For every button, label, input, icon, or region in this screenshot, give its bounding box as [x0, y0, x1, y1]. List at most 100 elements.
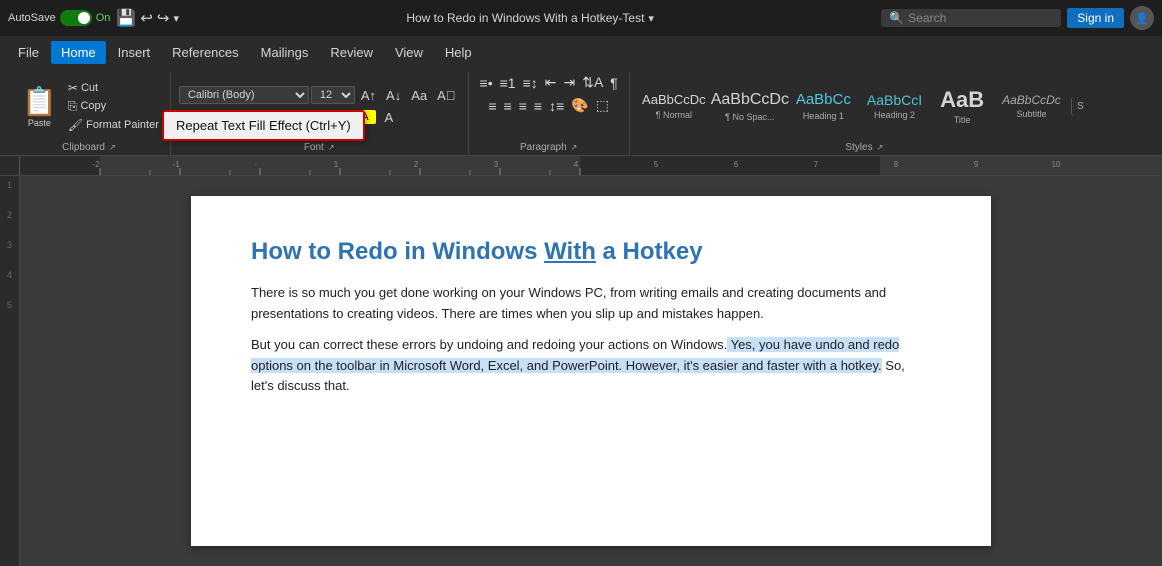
clipboard-small-buttons: ✂ Cut ⎘ Copy 🖌 Format Painter [65, 80, 162, 133]
copy-icon: ⎘ [68, 99, 78, 114]
style-title[interactable]: AaB Title [932, 83, 992, 129]
sign-in-button[interactable]: Sign in [1067, 8, 1124, 28]
increase-indent-btn[interactable]: ⇥ [560, 72, 578, 93]
tooltip-popup: Repeat Text Fill Effect (Ctrl+Y) [162, 110, 365, 141]
svg-text:3: 3 [494, 160, 499, 169]
autosave-toggle[interactable] [60, 10, 92, 26]
change-case-btn[interactable]: Aa [407, 86, 431, 105]
style-heading2-preview: AaBbCcI [867, 92, 922, 109]
svg-text:10: 10 [1052, 160, 1061, 169]
customize-icon[interactable]: ▾ [173, 12, 179, 25]
style-no-space-label: ¶ No Spac... [725, 112, 774, 122]
menu-review[interactable]: Review [320, 41, 383, 64]
save-icon[interactable]: 💾 [116, 8, 136, 28]
clipboard-expand-icon[interactable]: ↗ [109, 143, 116, 152]
style-subtitle[interactable]: AaBbCcDc Subtitle [996, 89, 1067, 123]
search-box[interactable]: 🔍 Search [881, 9, 1061, 27]
clipboard-controls: 📋 Paste ✂ Cut ⎘ Copy 🖌 Format Painter [16, 72, 162, 140]
style-subtitle-preview: AaBbCcDc [1002, 93, 1061, 107]
ribbon: Repeat Text Fill Effect (Ctrl+Y) 📋 Paste… [0, 68, 1162, 156]
line-spacing-btn[interactable]: ↕≡ [546, 96, 567, 116]
style-subtitle-label: Subtitle [1016, 109, 1046, 119]
menu-insert[interactable]: Insert [108, 41, 161, 64]
ruler: -2 -1 · 1 2 3 4 5 6 7 8 9 10 [0, 156, 1162, 176]
cut-label: Cut [81, 82, 98, 94]
copy-button[interactable]: ⎘ Copy [65, 98, 162, 115]
style-heading1-preview: AaBbCc [796, 91, 851, 109]
style-title-label: Title [954, 115, 971, 125]
doc-title-text: How to Redo in Windows With a Hotkey-Tes… [406, 11, 644, 25]
style-heading1[interactable]: AaBbCc Heading 1 [790, 87, 857, 125]
font-size-select[interactable]: 12 [311, 86, 355, 104]
paragraph-controls: ≡• ≡1 ≡↕ ⇤ ⇥ ⇅A ¶ ≡ ≡ ≡ ≡ ↕≡ 🎨 ⬚ [477, 72, 621, 140]
style-title-preview: AaB [940, 87, 984, 113]
font-family-select[interactable]: Calibri (Body) [179, 86, 309, 104]
autosave-control[interactable]: AutoSave On [8, 10, 110, 26]
style-normal-label: ¶ Normal [656, 110, 692, 120]
font-expand-icon[interactable]: ↗ [328, 143, 335, 152]
style-no-space[interactable]: AaBbCcDc ¶ No Spac... [714, 86, 786, 125]
shading-btn[interactable]: 🎨 [568, 95, 591, 116]
svg-text:6: 6 [734, 160, 739, 169]
align-center-btn[interactable]: ≡ [501, 96, 515, 116]
document-page[interactable]: How to Redo in Windows With a Hotkey The… [191, 196, 991, 546]
svg-text:9: 9 [974, 160, 979, 169]
paragraph-group: ≡• ≡1 ≡↕ ⇤ ⇥ ⇅A ¶ ≡ ≡ ≡ ≡ ↕≡ 🎨 ⬚ Paragra… [469, 72, 630, 155]
align-left-btn[interactable]: ≡ [485, 96, 499, 116]
menu-file[interactable]: File [8, 41, 49, 64]
style-s[interactable]: S [1071, 97, 1091, 116]
format-painter-button[interactable]: 🖌 Format Painter [65, 117, 162, 133]
autosave-state: On [96, 12, 111, 24]
bullets-btn[interactable]: ≡• [477, 73, 496, 93]
show-para-btn[interactable]: ¶ [607, 73, 621, 93]
underline-word: With [544, 238, 596, 265]
document-canvas: How to Redo in Windows With a Hotkey The… [20, 176, 1162, 566]
menu-home[interactable]: Home [51, 41, 106, 64]
quick-access-toolbar: 💾 ↩ ↪ ▾ [116, 8, 179, 28]
decrease-font-btn[interactable]: A↓ [382, 86, 405, 105]
user-avatar[interactable]: 👤 [1130, 6, 1154, 30]
paste-label: Paste [28, 118, 51, 128]
paste-button[interactable]: 📋 Paste [16, 80, 63, 133]
svg-text:2: 2 [414, 160, 419, 169]
search-placeholder: Search [908, 11, 946, 25]
menu-bar: File Home Insert References Mailings Rev… [0, 36, 1162, 68]
multilevel-btn[interactable]: ≡↕ [520, 73, 541, 93]
styles-label: Styles ↗ [638, 140, 1091, 155]
paragraph-1: There is so much you get done working on… [251, 283, 931, 325]
format-painter-label: Format Painter [86, 119, 159, 131]
style-normal[interactable]: AaBbCcDc ¶ Normal [638, 88, 710, 124]
clear-format-btn[interactable]: A⃝ [433, 86, 459, 105]
paragraph-expand-icon[interactable]: ↗ [571, 143, 578, 152]
decrease-indent-btn[interactable]: ⇤ [542, 72, 560, 93]
font-label: Font ↗ [179, 140, 460, 155]
svg-text:8: 8 [894, 160, 899, 169]
svg-text:4: 4 [574, 160, 579, 169]
style-heading2-label: Heading 2 [874, 110, 915, 120]
sort-btn[interactable]: ⇅A [579, 72, 606, 93]
autosave-label: AutoSave [8, 12, 56, 24]
justify-btn[interactable]: ≡ [531, 96, 545, 116]
clipboard-col: 📋 Paste ✂ Cut ⎘ Copy 🖌 Format Painter [16, 80, 162, 133]
cut-button[interactable]: ✂ Cut [65, 80, 162, 96]
redo-icon[interactable]: ↪ [157, 9, 170, 27]
document-area: 1 2 3 4 5 How to Redo in Windows With a … [0, 176, 1162, 566]
para2-start: But you can correct these errors by undo… [251, 337, 727, 352]
menu-help[interactable]: Help [435, 41, 482, 64]
svg-text:1: 1 [334, 160, 339, 169]
text-effect-btn[interactable]: A [378, 108, 400, 127]
menu-mailings[interactable]: Mailings [251, 41, 319, 64]
borders-btn[interactable]: ⬚ [593, 95, 612, 116]
numbering-btn[interactable]: ≡1 [497, 73, 519, 93]
styles-expand-icon[interactable]: ↗ [877, 143, 884, 152]
increase-font-btn[interactable]: A↑ [357, 86, 380, 105]
align-right-btn[interactable]: ≡ [516, 96, 530, 116]
undo-icon[interactable]: ↩ [140, 9, 153, 27]
tooltip-text: Repeat Text Fill Effect (Ctrl+Y) [176, 118, 351, 133]
menu-view[interactable]: View [385, 41, 433, 64]
document-title: How to Redo in Windows With a Hotkey-Tes… [185, 11, 875, 25]
style-heading2[interactable]: AaBbCcI Heading 2 [861, 88, 928, 125]
menu-references[interactable]: References [162, 41, 248, 64]
dropdown-icon[interactable]: ▾ [648, 12, 654, 25]
svg-text:7: 7 [814, 160, 819, 169]
